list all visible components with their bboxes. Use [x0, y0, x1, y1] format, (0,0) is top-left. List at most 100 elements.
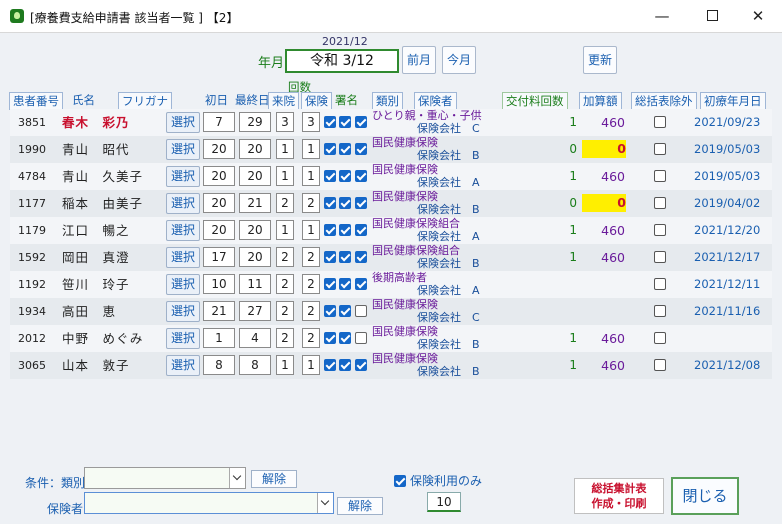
- exclude-checkbox[interactable]: [654, 359, 666, 371]
- row-check-1[interactable]: [324, 305, 336, 317]
- table-row[interactable]: 1177 稲本 由美子 選択 20 21 2 2 国民健康保険 保険会社 B 0 0 2019/04/…: [10, 190, 772, 217]
- this-month-button[interactable]: 今月: [442, 46, 476, 74]
- last-day-field[interactable]: 21: [239, 193, 271, 213]
- close-button[interactable]: 閉じる: [671, 477, 739, 515]
- first-day-field[interactable]: 20: [203, 139, 235, 159]
- visits-field[interactable]: 2: [276, 328, 294, 348]
- visits-field[interactable]: 2: [276, 193, 294, 213]
- chevron-down-icon[interactable]: [229, 468, 245, 488]
- exclude-checkbox[interactable]: [654, 224, 666, 236]
- exclude-checkbox[interactable]: [654, 197, 666, 209]
- row-check-3[interactable]: [355, 197, 367, 209]
- row-check-1[interactable]: [324, 278, 336, 290]
- clear-insurer-button[interactable]: 解除: [337, 497, 383, 515]
- row-check-1[interactable]: [324, 224, 336, 236]
- insurance-count-field[interactable]: 2: [302, 328, 320, 348]
- table-row[interactable]: 4784 青山 久美子 選択 20 20 1 1 国民健康保険 保険会社 A 1 460 2019/0…: [10, 163, 772, 190]
- row-check-2[interactable]: [339, 197, 351, 209]
- first-day-field[interactable]: 7: [203, 112, 235, 132]
- visits-field[interactable]: 1: [276, 220, 294, 240]
- last-day-field[interactable]: 20: [239, 220, 271, 240]
- col-exclude[interactable]: 総括表除外: [631, 92, 697, 110]
- col-visits[interactable]: 来院: [268, 92, 299, 110]
- insurance-count-field[interactable]: 1: [302, 139, 320, 159]
- select-button[interactable]: 選択: [166, 193, 200, 214]
- select-button[interactable]: 選択: [166, 166, 200, 187]
- visits-field[interactable]: 2: [276, 247, 294, 267]
- chevron-down-icon[interactable]: [317, 493, 333, 513]
- first-day-field[interactable]: 20: [203, 220, 235, 240]
- exclude-checkbox[interactable]: [654, 116, 666, 128]
- last-day-field[interactable]: 4: [239, 328, 271, 348]
- row-check-2[interactable]: [339, 278, 351, 290]
- insurance-count-field[interactable]: 2: [302, 301, 320, 321]
- row-check-1[interactable]: [324, 143, 336, 155]
- row-check-2[interactable]: [339, 251, 351, 263]
- exclude-checkbox[interactable]: [654, 251, 666, 263]
- visits-field[interactable]: 1: [276, 139, 294, 159]
- insurance-count-field[interactable]: 1: [302, 166, 320, 186]
- select-button[interactable]: 選択: [166, 328, 200, 349]
- clear-category-button[interactable]: 解除: [251, 470, 297, 488]
- visits-field[interactable]: 2: [276, 274, 294, 294]
- last-day-field[interactable]: 27: [239, 301, 271, 321]
- row-check-2[interactable]: [339, 359, 351, 371]
- row-check-3[interactable]: [355, 224, 367, 236]
- visits-field[interactable]: 1: [276, 355, 294, 375]
- row-check-3[interactable]: [355, 170, 367, 182]
- insurance-count-field[interactable]: 3: [302, 112, 320, 132]
- select-button[interactable]: 選択: [166, 139, 200, 160]
- exclude-checkbox[interactable]: [654, 332, 666, 344]
- col-issue-count[interactable]: 交付料回数: [502, 92, 568, 110]
- insurance-count-field[interactable]: 2: [302, 247, 320, 267]
- col-addition[interactable]: 加算額: [579, 92, 622, 110]
- row-check-3[interactable]: [355, 278, 367, 290]
- first-day-field[interactable]: 20: [203, 193, 235, 213]
- maximize-button[interactable]: [690, 4, 734, 28]
- col-insurance-count[interactable]: 保険: [301, 92, 332, 110]
- exclude-checkbox[interactable]: [654, 305, 666, 317]
- row-check-1[interactable]: [324, 116, 336, 128]
- row-check-2[interactable]: [339, 116, 351, 128]
- table-row[interactable]: 1179 江口 暢之 選択 20 20 1 1 国民健康保険組合 保険会社 A 1 460 2021/…: [10, 217, 772, 244]
- row-check-1[interactable]: [324, 332, 336, 344]
- insurer-combo[interactable]: [84, 492, 334, 514]
- row-check-3[interactable]: [355, 332, 367, 344]
- col-patient-no[interactable]: 患者番号: [9, 92, 63, 110]
- row-check-3[interactable]: [355, 143, 367, 155]
- minimize-button[interactable]: —: [640, 4, 684, 28]
- row-check-1[interactable]: [324, 359, 336, 371]
- last-day-field[interactable]: 20: [239, 166, 271, 186]
- table-row[interactable]: 1934 高田 恵選択 21 27 2 2 国民健康保険 保険会社 C 2021/11/16: [10, 298, 772, 325]
- exclude-checkbox[interactable]: [654, 170, 666, 182]
- first-day-field[interactable]: 8: [203, 355, 235, 375]
- exclude-checkbox[interactable]: [654, 143, 666, 155]
- row-check-1[interactable]: [324, 197, 336, 209]
- summary-report-button[interactable]: 総括集計表 作成・印刷: [574, 478, 664, 514]
- select-button[interactable]: 選択: [166, 355, 200, 376]
- row-check-1[interactable]: [324, 170, 336, 182]
- last-day-field[interactable]: 11: [239, 274, 271, 294]
- insurance-count-field[interactable]: 2: [302, 274, 320, 294]
- first-day-field[interactable]: 17: [203, 247, 235, 267]
- col-category[interactable]: 類別: [372, 92, 403, 110]
- insurance-count-field[interactable]: 2: [302, 193, 320, 213]
- row-check-2[interactable]: [339, 305, 351, 317]
- row-check-3[interactable]: [355, 305, 367, 317]
- row-check-3[interactable]: [355, 116, 367, 128]
- row-check-2[interactable]: [339, 143, 351, 155]
- year-month-field[interactable]: 令和 3/12: [285, 49, 399, 73]
- visits-field[interactable]: 3: [276, 112, 294, 132]
- last-day-field[interactable]: 20: [239, 247, 271, 267]
- last-day-field[interactable]: 8: [239, 355, 271, 375]
- table-row[interactable]: 3851 春木 彩乃 選択 7 29 3 3 ひとり親・重心・子供 保険会社 C 1 460 2021…: [10, 109, 772, 136]
- row-check-1[interactable]: [324, 251, 336, 263]
- insurance-count-field[interactable]: 1: [302, 355, 320, 375]
- visits-field[interactable]: 1: [276, 166, 294, 186]
- insurance-count-field[interactable]: 1: [302, 220, 320, 240]
- prev-month-button[interactable]: 前月: [402, 46, 436, 74]
- table-row[interactable]: 2012 中野 めぐみ 選択 1 4 2 2 国民健康保険 保険会社 B 1 460: [10, 325, 772, 352]
- table-row[interactable]: 3065 山本 敦子 選択 8 8 1 1 国民健康保険 保険会社 B 1 460 2021/12/0…: [10, 352, 772, 379]
- last-day-field[interactable]: 29: [239, 112, 271, 132]
- last-day-field[interactable]: 20: [239, 139, 271, 159]
